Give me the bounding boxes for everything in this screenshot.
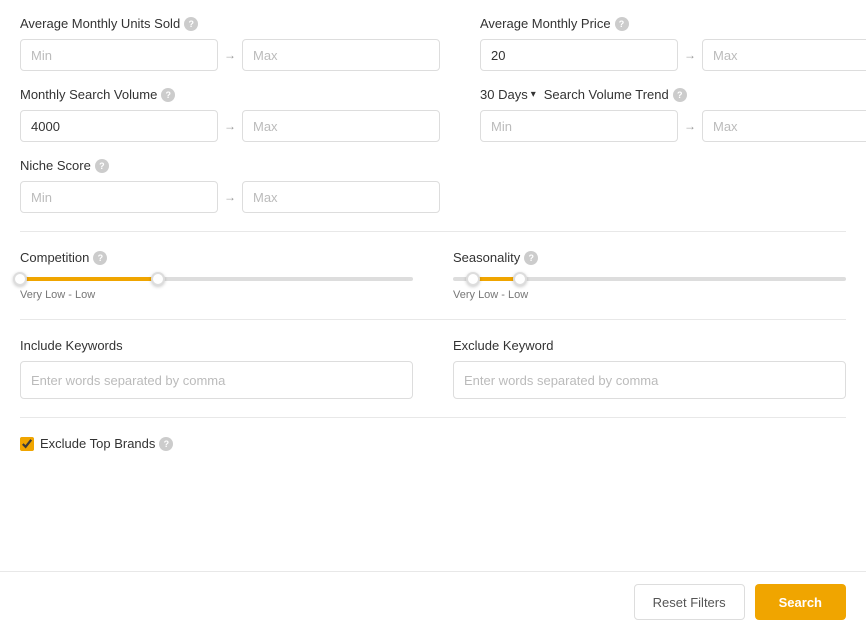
monthly-search-volume-help-icon[interactable]: ? bbox=[161, 88, 175, 102]
niche-score-max[interactable] bbox=[242, 181, 440, 213]
include-keywords-label: Include Keywords bbox=[20, 338, 413, 353]
arrow-icon-4: → bbox=[684, 119, 696, 133]
competition-slider-fill bbox=[20, 277, 158, 281]
search-volume-trend-label: 30 Days ▾ Search Volume Trend ? bbox=[480, 87, 866, 102]
include-keywords-group: Include Keywords bbox=[20, 338, 413, 399]
avg-monthly-price-inputs: → bbox=[480, 39, 866, 71]
avg-monthly-units-inputs: → bbox=[20, 39, 440, 71]
competition-help-icon[interactable]: ? bbox=[93, 251, 107, 265]
monthly-search-volume-label: Monthly Search Volume ? bbox=[20, 87, 440, 102]
search-volume-trend-inputs: → bbox=[480, 110, 866, 142]
seasonality-slider-thumb-left[interactable] bbox=[466, 272, 480, 286]
keywords-section: Include Keywords Exclude Keyword bbox=[20, 338, 846, 399]
avg-monthly-units-min[interactable] bbox=[20, 39, 218, 71]
filter-panel: Average Monthly Units Sold ? → Average M… bbox=[0, 0, 866, 632]
niche-score-min[interactable] bbox=[20, 181, 218, 213]
arrow-icon-3: → bbox=[224, 119, 236, 133]
competition-slider-labels: Very Low - Low bbox=[20, 289, 413, 301]
divider-2 bbox=[20, 319, 846, 320]
seasonality-slider-thumb-right[interactable] bbox=[513, 272, 527, 286]
seasonality-label: Seasonality ? bbox=[453, 250, 846, 265]
footer-bar: Reset Filters Search bbox=[0, 571, 866, 632]
include-keywords-input[interactable] bbox=[20, 361, 413, 399]
exclude-keyword-label: Exclude Keyword bbox=[453, 338, 846, 353]
competition-group: Competition ? Very Low - Low bbox=[20, 250, 413, 301]
avg-monthly-units-group: Average Monthly Units Sold ? → bbox=[20, 16, 440, 71]
keyword-row: Include Keywords Exclude Keyword bbox=[20, 338, 846, 399]
slider-row: Competition ? Very Low - Low bbox=[20, 250, 846, 301]
monthly-search-volume-group: Monthly Search Volume ? → bbox=[20, 87, 440, 142]
arrow-icon-1: → bbox=[224, 48, 236, 62]
competition-slider-thumb-left[interactable] bbox=[13, 272, 27, 286]
divider-3 bbox=[20, 417, 846, 418]
monthly-search-volume-inputs: → bbox=[20, 110, 440, 142]
exclude-top-brands-row: Exclude Top Brands ? bbox=[20, 436, 846, 451]
exclude-keyword-group: Exclude Keyword bbox=[453, 338, 846, 399]
competition-slider-wrapper[interactable] bbox=[20, 277, 413, 281]
row-niche: Niche Score ? → bbox=[20, 158, 846, 213]
search-volume-trend-group: 30 Days ▾ Search Volume Trend ? → bbox=[480, 87, 866, 142]
niche-score-inputs: → bbox=[20, 181, 440, 213]
reset-filters-button[interactable]: Reset Filters bbox=[634, 584, 745, 620]
exclude-top-brands-checkbox[interactable] bbox=[20, 437, 34, 451]
seasonality-group: Seasonality ? Very Low - Low bbox=[453, 250, 846, 301]
arrow-icon-5: → bbox=[224, 190, 236, 204]
avg-monthly-units-help-icon[interactable]: ? bbox=[184, 17, 198, 31]
monthly-search-volume-max[interactable] bbox=[242, 110, 440, 142]
niche-score-group: Niche Score ? → bbox=[20, 158, 440, 213]
search-volume-trend-help-icon[interactable]: ? bbox=[673, 88, 687, 102]
avg-monthly-price-group: Average Monthly Price ? → bbox=[480, 16, 866, 71]
search-button[interactable]: Search bbox=[755, 584, 846, 620]
exclude-top-brands-help-icon[interactable]: ? bbox=[159, 437, 173, 451]
avg-monthly-units-label: Average Monthly Units Sold ? bbox=[20, 16, 440, 31]
seasonality-slider-wrapper[interactable] bbox=[453, 277, 846, 281]
trend-days-dropdown[interactable]: 30 Days ▾ bbox=[480, 87, 536, 102]
seasonality-slider-track bbox=[453, 277, 846, 281]
niche-score-label: Niche Score ? bbox=[20, 158, 440, 173]
chevron-down-icon: ▾ bbox=[531, 89, 536, 100]
niche-score-help-icon[interactable]: ? bbox=[95, 159, 109, 173]
seasonality-help-icon[interactable]: ? bbox=[524, 251, 538, 265]
search-volume-trend-min[interactable] bbox=[480, 110, 678, 142]
competition-label: Competition ? bbox=[20, 250, 413, 265]
competition-slider-track bbox=[20, 277, 413, 281]
monthly-search-volume-min[interactable] bbox=[20, 110, 218, 142]
row-units-price: Average Monthly Units Sold ? → Average M… bbox=[20, 16, 846, 71]
divider-1 bbox=[20, 231, 846, 232]
seasonality-slider-labels: Very Low - Low bbox=[453, 289, 846, 301]
avg-monthly-price-max[interactable] bbox=[702, 39, 866, 71]
avg-monthly-price-help-icon[interactable]: ? bbox=[615, 17, 629, 31]
avg-monthly-units-max[interactable] bbox=[242, 39, 440, 71]
exclude-keyword-input[interactable] bbox=[453, 361, 846, 399]
search-volume-trend-max[interactable] bbox=[702, 110, 866, 142]
sliders-section: Competition ? Very Low - Low bbox=[20, 250, 846, 301]
avg-monthly-price-label: Average Monthly Price ? bbox=[480, 16, 866, 31]
avg-monthly-price-min[interactable] bbox=[480, 39, 678, 71]
row-volume-trend: Monthly Search Volume ? → 30 Days ▾ Sear… bbox=[20, 87, 846, 142]
arrow-icon-2: → bbox=[684, 48, 696, 62]
competition-slider-thumb-right[interactable] bbox=[151, 272, 165, 286]
exclude-top-brands-label[interactable]: Exclude Top Brands ? bbox=[40, 436, 173, 451]
